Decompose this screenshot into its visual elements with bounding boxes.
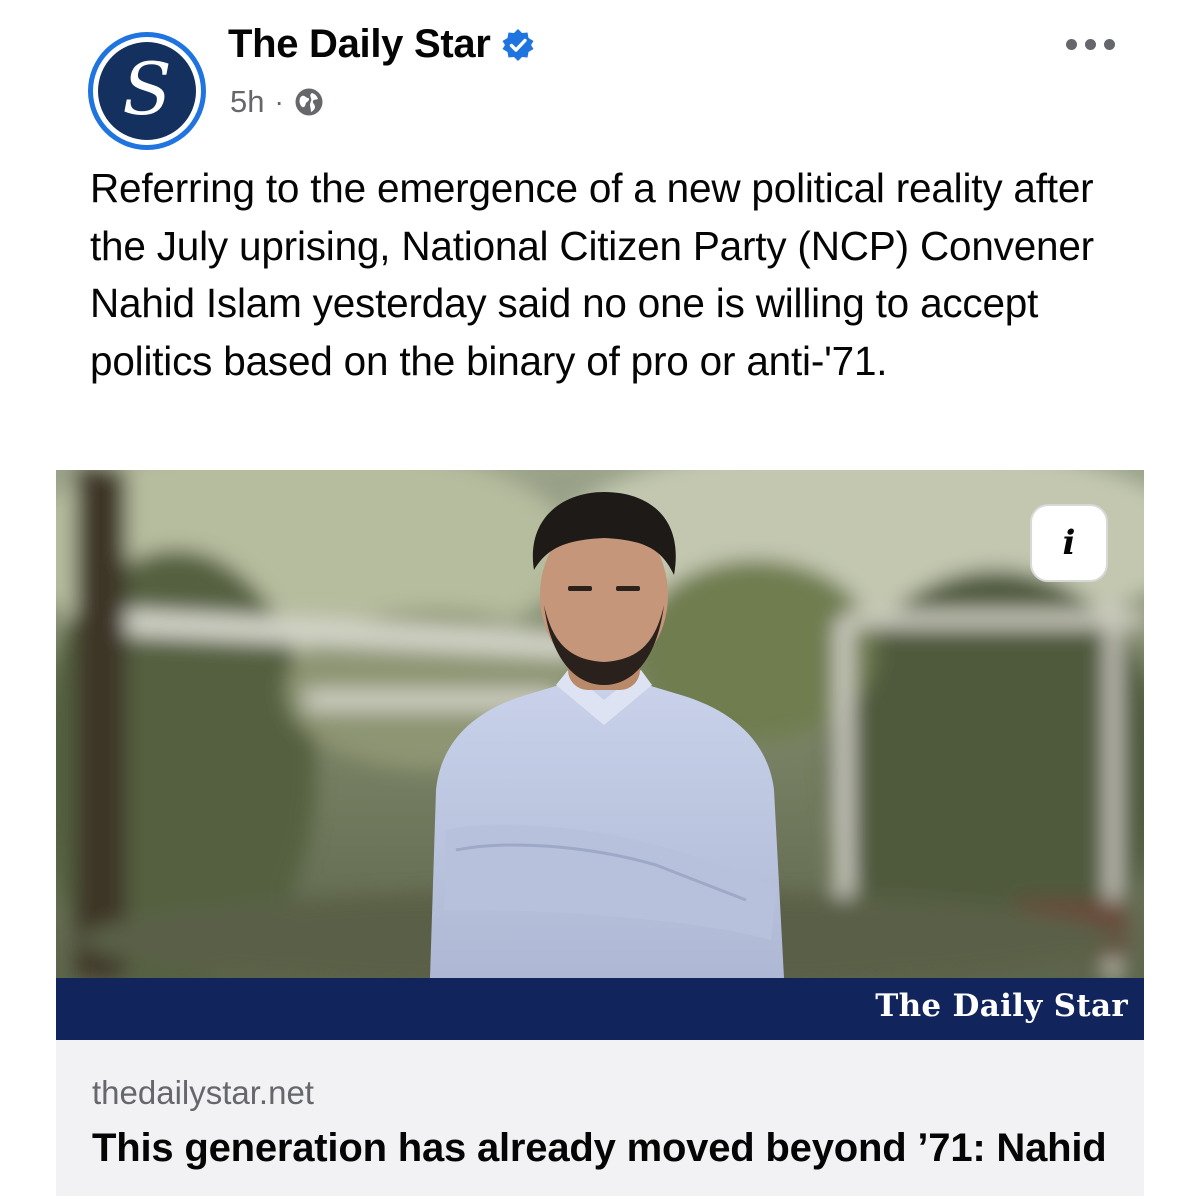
page-name-row: The Daily Star <box>228 22 535 67</box>
avatar-logo: S <box>98 42 196 140</box>
link-preview[interactable]: thedailystar.net This generation has alr… <box>56 1040 1144 1196</box>
page-name[interactable]: The Daily Star <box>228 22 491 67</box>
photo-scene <box>56 470 1144 978</box>
more-options-icon[interactable] <box>1050 24 1130 64</box>
link-domain: thedailystar.net <box>92 1074 314 1111</box>
info-icon: i <box>1062 523 1076 563</box>
photo-banner: The Daily Star <box>56 978 1144 1040</box>
facebook-post: S The Daily Star 5h · Referring to the e… <box>0 0 1200 1200</box>
more-dot <box>1103 38 1115 50</box>
post-caption: Referring to the emergence of a new poli… <box>90 165 1094 384</box>
globe-icon <box>294 87 324 117</box>
post-photo[interactable]: i The Daily Star <box>56 470 1144 1040</box>
post-timestamp[interactable]: 5h <box>230 84 264 120</box>
avatar-letter: S <box>122 47 172 131</box>
link-title[interactable]: This generation has already moved beyond… <box>92 1126 1107 1171</box>
info-button[interactable]: i <box>1030 504 1108 582</box>
page-avatar[interactable]: S <box>88 32 206 150</box>
more-dot <box>1065 38 1077 50</box>
post-meta: 5h · <box>230 84 324 120</box>
verified-badge-icon <box>501 28 535 62</box>
avatar-ring: S <box>93 37 201 145</box>
meta-separator: · <box>274 86 284 117</box>
more-dot <box>1084 38 1096 50</box>
banner-logo: The Daily Star <box>875 988 1128 1024</box>
